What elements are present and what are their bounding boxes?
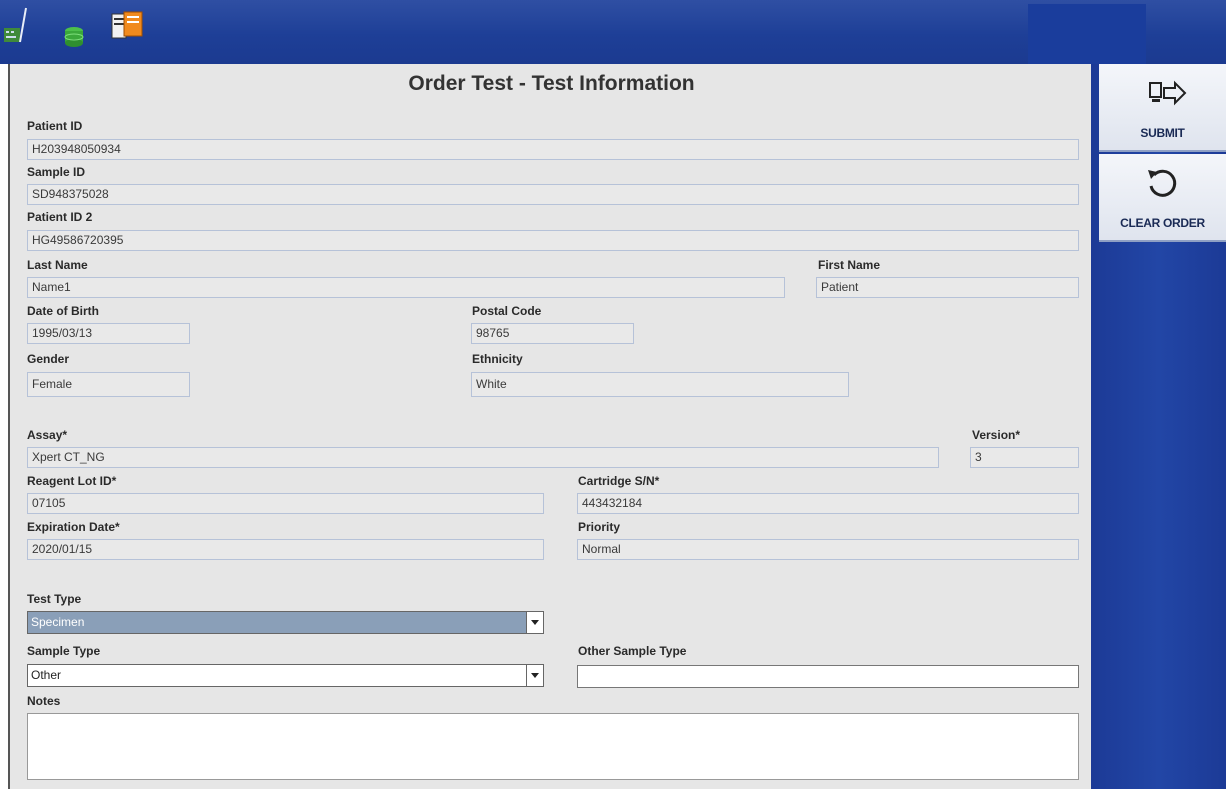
version-label: Version*	[972, 428, 1021, 442]
gender-label: Gender	[27, 352, 70, 366]
patient-id-2-label: Patient ID 2	[27, 210, 93, 224]
sample-id-label: Sample ID	[27, 165, 86, 179]
submit-label: SUBMIT	[1140, 126, 1185, 140]
order-test-icon[interactable]	[110, 10, 144, 49]
version-field[interactable]: 3	[970, 447, 1079, 468]
other-sample-type-label: Other Sample Type	[578, 644, 687, 658]
submit-icon	[1149, 80, 1187, 106]
clear-order-label: CLEAR ORDER	[1120, 216, 1205, 230]
dob-label: Date of Birth	[27, 304, 99, 318]
action-sidebar: SUBMIT CLEAR ORDER	[1091, 64, 1226, 789]
top-toolbar	[0, 0, 1226, 64]
sample-type-value: Other	[31, 668, 62, 682]
sample-type-select[interactable]: Other	[27, 664, 544, 687]
priority-field[interactable]: Normal	[577, 539, 1079, 560]
sample-type-label: Sample Type	[27, 644, 101, 658]
chevron-down-icon[interactable]	[526, 665, 543, 686]
ethnicity-field[interactable]: White	[471, 372, 849, 397]
dob-field[interactable]: 1995/03/13	[27, 323, 190, 344]
expiration-label: Expiration Date*	[27, 520, 120, 534]
clear-order-button[interactable]: CLEAR ORDER	[1099, 154, 1226, 242]
database-icon[interactable]	[64, 26, 84, 53]
patient-id-label: Patient ID	[27, 119, 83, 133]
postal-code-label: Postal Code	[472, 304, 542, 318]
notes-label: Notes	[27, 694, 61, 708]
ethnicity-label: Ethnicity	[472, 352, 523, 366]
chevron-down-icon[interactable]	[526, 612, 543, 633]
first-name-label: First Name	[818, 258, 881, 272]
notes-textarea[interactable]	[27, 713, 1079, 780]
reset-icon	[1148, 169, 1177, 197]
expiration-field[interactable]: 2020/01/15	[27, 539, 544, 560]
last-name-label: Last Name	[27, 258, 88, 272]
test-type-select[interactable]: Specimen	[27, 611, 544, 634]
gender-field[interactable]: Female	[27, 372, 190, 397]
submit-button[interactable]: SUBMIT	[1099, 64, 1226, 152]
reagent-lot-field[interactable]: 07105	[27, 493, 544, 514]
last-name-field[interactable]: Name1	[27, 277, 785, 298]
reagent-lot-label: Reagent Lot ID*	[27, 474, 117, 488]
cartridge-sn-field[interactable]: 443432184	[577, 493, 1079, 514]
test-type-label: Test Type	[27, 592, 82, 606]
patient-id-field[interactable]: H203948050934	[27, 139, 1079, 160]
postal-code-field[interactable]: 98765	[471, 323, 634, 344]
page-title: Order Test - Test Information	[408, 72, 695, 95]
order-form-panel: Order Test - Test Information Patient ID…	[8, 64, 1091, 789]
first-name-field[interactable]: Patient	[816, 277, 1079, 298]
test-type-value: Specimen	[31, 615, 85, 629]
keyboard-icon[interactable]	[4, 6, 30, 51]
cartridge-sn-label: Cartridge S/N*	[578, 474, 660, 488]
assay-label: Assay*	[27, 428, 68, 442]
patient-id-2-field[interactable]: HG49586720395	[27, 230, 1079, 251]
sample-id-field[interactable]: SD948375028	[27, 184, 1079, 205]
header-block	[1028, 4, 1146, 64]
priority-label: Priority	[578, 520, 621, 534]
assay-field[interactable]: Xpert CT_NG	[27, 447, 939, 468]
other-sample-type-input[interactable]	[577, 665, 1079, 688]
